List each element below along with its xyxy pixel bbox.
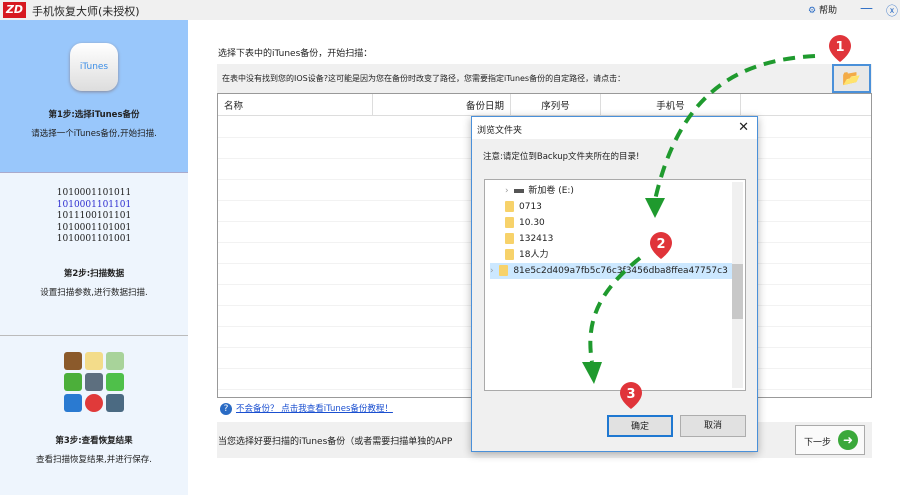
arrow-right-icon: ➜: [838, 430, 858, 450]
drive-icon: [514, 188, 525, 193]
help-button[interactable]: ⚙ 帮助: [808, 3, 837, 16]
tree-item[interactable]: 132413: [505, 231, 553, 247]
minimize-button[interactable]: —: [860, 1, 873, 16]
tree-label: 81e5c2d409a7fb5c76c3f3456dba8ffea47757c3: [513, 266, 728, 276]
table-header: 名称 备份日期 序列号 手机号: [218, 94, 871, 116]
tree-label: 10.30: [519, 218, 545, 228]
binary-line: 1011100101101: [56, 211, 132, 221]
col-phone[interactable]: 手机号: [601, 94, 741, 115]
app-icons-grid: [64, 352, 124, 412]
help-label: 帮助: [818, 6, 837, 16]
next-label: 下一步: [804, 438, 832, 448]
folder-icon: 📂: [842, 69, 861, 87]
instruction-text: 选择下表中的iTunes备份，开始扫描：: [218, 49, 373, 59]
backup-tutorial-link[interactable]: ? 不会备份？ 点击我查看iTunes备份教程！: [220, 402, 393, 415]
tree-label: 新加卷 (E:): [528, 186, 574, 196]
dialog-close-button[interactable]: ✕: [738, 120, 749, 135]
folder-icon: [505, 201, 514, 212]
step-title: 第2步:扫描数据: [63, 268, 125, 279]
tree-item[interactable]: 18人力: [505, 247, 548, 263]
sms-icon: [64, 394, 82, 412]
gear-icon: ⚙: [808, 6, 817, 16]
folder-tree[interactable]: › 新加卷 (E:) 0713 10.30 132413 18人力 › 81e5…: [484, 179, 746, 391]
tree-item[interactable]: 0713: [505, 199, 542, 215]
cancel-button[interactable]: 取消: [680, 415, 746, 437]
folder-icon: [505, 217, 514, 228]
sidebar-step-2[interactable]: 1010001101011 1010001101101 101110010110…: [0, 172, 188, 335]
col-name[interactable]: 名称: [218, 94, 373, 115]
folder-icon: [499, 265, 509, 276]
step-desc: 设置扫描参数,进行数据扫描.: [40, 287, 148, 298]
marker-1: 1: [829, 35, 851, 62]
hint-text: 在表中没有找到您的IOS设备?这可能是因为您在备份时改变了路径，您需要指定iTu…: [222, 74, 626, 83]
contacts-icon: [64, 352, 82, 370]
marker-label: 1: [835, 40, 844, 55]
sidebar-step-3[interactable]: 第3步:查看恢复结果 查看扫描恢复结果,并进行保存.: [0, 335, 188, 495]
binary-line: 1010001101001: [56, 222, 132, 233]
scrollbar-thumb[interactable]: [732, 264, 743, 319]
video-icon: [85, 373, 103, 391]
app-title: 手机恢复大师(未授权): [32, 5, 140, 18]
app-logo: ZD: [3, 2, 26, 18]
tree-label: 132413: [519, 234, 554, 244]
ok-button[interactable]: 确定: [607, 415, 673, 437]
folder-icon: [505, 249, 514, 260]
tree-item-drive[interactable]: › 新加卷 (E:): [505, 183, 574, 199]
itunes-icon: iTunes: [70, 43, 118, 91]
step-desc: 查看扫描恢复结果,并进行保存.: [36, 455, 152, 465]
wechat-icon: [106, 373, 124, 391]
col-serial[interactable]: 序列号: [511, 94, 601, 115]
help-icon: ?: [220, 403, 232, 415]
sidebar-step-1[interactable]: iTunes 第1步:选择iTunes备份 请选择一个iTunes备份,开始扫描…: [0, 20, 188, 172]
folder-icon: [505, 233, 514, 244]
tree-scrollbar[interactable]: [732, 182, 743, 388]
browse-folder-button[interactable]: 📂: [832, 64, 871, 93]
browse-folder-dialog: 浏览文件夹 ✕ 注意:请定位到Backup文件夹所在的目录! › 新加卷 (E:…: [471, 116, 758, 452]
binary-line: 1010001101011: [56, 188, 132, 198]
photos-icon: [106, 352, 124, 370]
tree-label: 18人力: [519, 250, 549, 260]
col-date[interactable]: 备份日期: [373, 94, 511, 115]
tree-label: 0713: [519, 202, 542, 212]
tree-item-selected[interactable]: › 81e5c2d409a7fb5c76c3f3456dba8ffea47757…: [490, 263, 732, 279]
binary-line: 1010001101001: [56, 234, 132, 244]
dialog-note: 注意:请定位到Backup文件夹所在的目录!: [483, 152, 640, 162]
dialog-title: 浏览文件夹: [472, 117, 757, 139]
next-step-button[interactable]: 下一步 ➜: [795, 425, 865, 455]
step-desc: 请选择一个iTunes备份,开始扫描.: [31, 129, 157, 139]
bottom-text: 当您选择好要扫描的iTunes备份（或者需要扫描单独的APP: [218, 437, 453, 447]
tree-item[interactable]: 10.30: [505, 215, 545, 231]
phone-icon: [64, 373, 82, 391]
step-title: 第1步:选择iTunes备份: [48, 110, 140, 120]
link-text: 不会备份？ 点击我查看iTunes备份教程！: [236, 404, 393, 414]
close-button[interactable]: ⓧ: [886, 2, 898, 19]
step-title: 第3步:查看恢复结果: [55, 436, 133, 446]
binary-line: 1010001101101: [56, 199, 132, 210]
voice-icon: [85, 394, 103, 412]
binary-scan-icon: 1010001101011 1010001101101 101110010110…: [54, 188, 134, 246]
qq-icon: [106, 394, 124, 412]
notes-icon: [85, 352, 103, 370]
